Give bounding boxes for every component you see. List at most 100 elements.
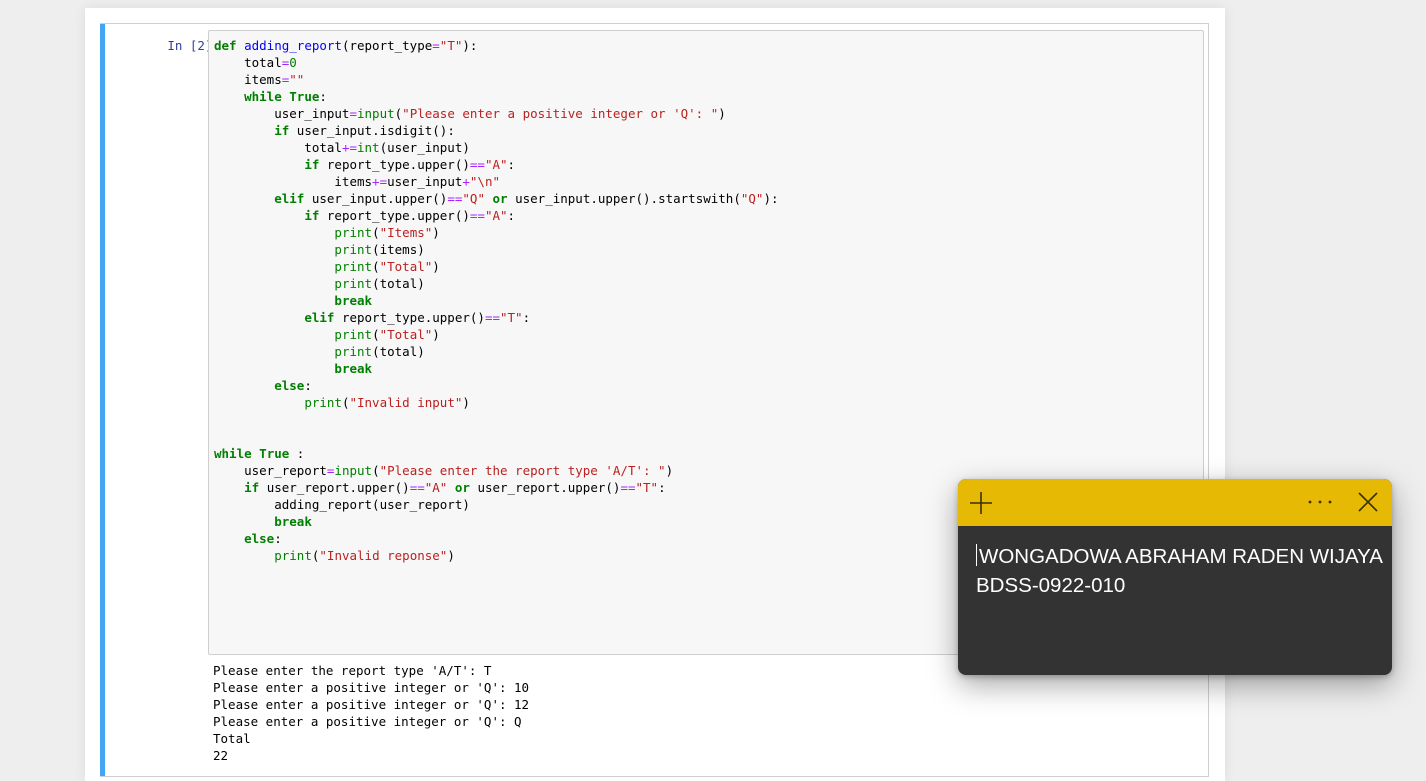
code-line: total+=int(user_input) [214, 139, 1203, 156]
code-token: += [341, 140, 357, 155]
code-token: if [244, 480, 260, 495]
sticky-note-header[interactable] [958, 479, 1392, 526]
code-token: : [507, 208, 516, 223]
code-token: adding_report(user_report) [214, 497, 470, 512]
output-line: Please enter a positive integer or 'Q': … [213, 697, 530, 712]
code-token: input [357, 106, 395, 121]
code-token: "A" [424, 480, 448, 495]
code-token: "Total" [379, 259, 433, 274]
code-token: True [289, 89, 320, 104]
code-token: print [334, 225, 373, 240]
code-token: while [244, 89, 282, 104]
sticky-note-line: BDSS-0922-010 [976, 574, 1126, 597]
cell-selected-indicator [100, 24, 105, 776]
code-token: elif [274, 191, 305, 206]
code-token: total [214, 55, 282, 70]
code-token: print [334, 259, 373, 274]
code-line: break [214, 360, 1203, 377]
code-token: total [214, 140, 342, 155]
code-token: ): [763, 191, 779, 206]
code-token: "Q" [740, 191, 764, 206]
code-token: = [432, 38, 440, 53]
code-token: "A" [484, 157, 508, 172]
code-token: items [214, 72, 282, 87]
code-token: ( [372, 225, 380, 240]
code-line: while True: [214, 88, 1203, 105]
code-token: + [462, 174, 470, 189]
sticky-note[interactable]: WONGADOWA ABRAHAM RADEN WIJAYA BDSS-0922… [958, 479, 1392, 675]
code-token: or [492, 191, 508, 206]
code-token: items [214, 174, 373, 189]
code-token: : [522, 310, 531, 325]
code-token: 0 [289, 55, 297, 70]
code-line: break [214, 292, 1203, 309]
code-line: else: [214, 377, 1203, 394]
code-line: if report_type.upper()=="A": [214, 156, 1203, 173]
code-line: print("Total") [214, 258, 1203, 275]
cell-output: Please enter the report type 'A/T': T Ple… [213, 662, 529, 764]
code-token: (total) [372, 276, 425, 291]
code-token: user_input.isdigit(): [289, 123, 455, 138]
code-line: if report_type.upper()=="A": [214, 207, 1203, 224]
code-token: break [274, 514, 312, 529]
code-line: if user_input.isdigit(): [214, 122, 1203, 139]
code-token: ( [372, 259, 380, 274]
code-token: report_type.upper() [319, 208, 470, 223]
sticky-note-text[interactable]: WONGADOWA ABRAHAM RADEN WIJAYA BDSS-0922… [958, 526, 1392, 600]
code-line: print(total) [214, 343, 1203, 360]
code-token: elif [304, 310, 335, 325]
text-caret [976, 544, 977, 566]
more-horizontal-icon[interactable] [1304, 489, 1336, 515]
code-token: (total) [372, 344, 425, 359]
code-line: elif user_input.upper()=="Q" or user_inp… [214, 190, 1203, 207]
output-line: 22 [213, 748, 229, 763]
code-token: = [349, 106, 357, 121]
code-token: == [469, 157, 485, 172]
code-line: print("Items") [214, 224, 1203, 241]
code-token: : [319, 89, 327, 104]
code-token: "Please enter the report type 'A/T': " [379, 463, 666, 478]
cell-prompt: In [2]: [167, 38, 220, 53]
sticky-note-line-text: WONGADOWA ABRAHAM RADEN WIJAYA [979, 545, 1383, 568]
code-token: "Items" [379, 225, 433, 240]
output-line: Please enter a positive integer or 'Q': … [213, 714, 522, 729]
code-line: print("Invalid input") [214, 394, 1203, 411]
code-token: user_report [214, 463, 327, 478]
code-token: "T" [439, 38, 463, 53]
code-token: user_input [387, 174, 463, 189]
output-line: Total [213, 731, 251, 746]
code-token: "A" [484, 208, 508, 223]
code-token: ( [372, 327, 380, 342]
code-line: print(total) [214, 275, 1203, 292]
code-token: "\n" [469, 174, 501, 189]
code-token: input [334, 463, 373, 478]
code-token: == [447, 191, 463, 206]
code-token: ) [665, 463, 674, 478]
code-token: "Q" [462, 191, 485, 206]
code-token: "Invalid input" [349, 395, 463, 410]
code-token: while [214, 446, 252, 461]
code-token: ) [462, 395, 470, 410]
close-icon[interactable] [1356, 490, 1380, 514]
code-token: def [214, 38, 237, 53]
code-token: print [334, 327, 373, 342]
code-token: ) [432, 327, 440, 342]
code-token: print [334, 276, 373, 291]
code-token: user_input.upper().startswith( [507, 191, 741, 206]
code-line: elif report_type.upper()=="T": [214, 309, 1203, 326]
code-token: print [304, 395, 342, 410]
code-token: report_type.upper() [334, 310, 485, 325]
plus-icon[interactable] [968, 490, 994, 516]
